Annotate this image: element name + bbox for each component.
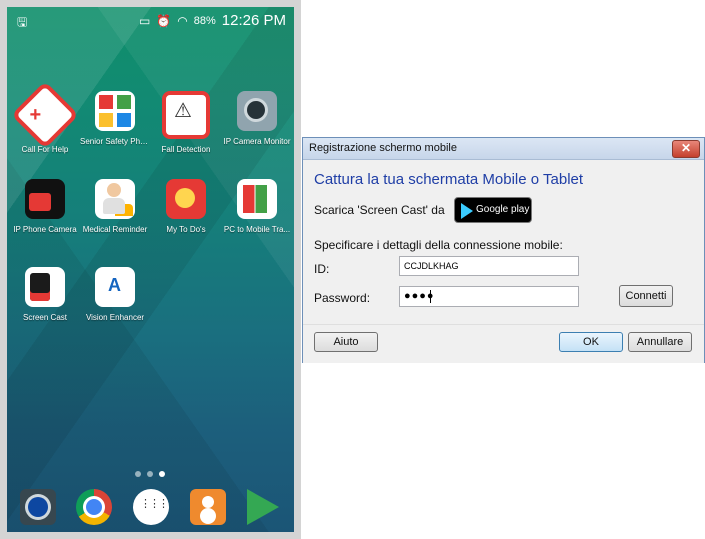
title-bar: Registrazione schermo mobile ✕ (303, 138, 704, 160)
page-indicator (135, 471, 165, 477)
ok-button[interactable]: OK (559, 332, 623, 352)
phone-frame: 🖫 ▭ ⏰ ◠ 88% 12:26 PM Call For Help Senio… (0, 0, 301, 539)
app-ip-camera-monitor[interactable]: IP Camera Monitor (222, 91, 292, 146)
app-drawer-icon[interactable] (133, 489, 169, 525)
app-label: Fall Detection (161, 145, 211, 154)
clock: 12:26 PM (221, 12, 286, 29)
app-label: Medical Reminder (82, 225, 148, 234)
notification-icon: 🖫 (17, 15, 28, 29)
chrome-icon[interactable] (76, 489, 112, 525)
app-my-to-dos[interactable]: My To Do's (151, 179, 221, 234)
app-label: My To Do's (166, 225, 206, 234)
webcam-icon (237, 91, 277, 131)
help-button[interactable]: Aiuto (314, 332, 378, 352)
window-title: Registrazione schermo mobile (309, 142, 457, 154)
cancel-button[interactable]: Annullare (628, 332, 692, 352)
contacts-icon[interactable] (190, 489, 226, 525)
app-label: PC to Mobile Tra... (223, 225, 291, 234)
phone-screen: 🖫 ▭ ⏰ ◠ 88% 12:26 PM Call For Help Senio… (7, 7, 294, 532)
app-medical-reminder[interactable]: Medical Reminder (80, 179, 150, 234)
map-pin-icon (11, 81, 79, 149)
windows-icon (237, 179, 277, 219)
app-label: Senior Safety Pho... (80, 137, 150, 146)
clock-face-icon (166, 179, 206, 219)
app-label: Screen Cast (22, 313, 68, 322)
book-letter-icon (95, 267, 135, 307)
app-call-for-help[interactable]: Call For Help (10, 81, 80, 154)
alarm-icon: ⏰ (156, 13, 172, 28)
app-label: Vision Enhancer (85, 313, 145, 322)
status-bar: 🖫 ▭ ⏰ ◠ 88% 12:26 PM (7, 7, 294, 35)
app-label: IP Camera Monitor (223, 137, 291, 146)
close-button[interactable]: ✕ (672, 140, 700, 158)
app-senior-safety[interactable]: Senior Safety Pho... (80, 91, 150, 146)
play-triangle-icon (461, 203, 473, 219)
mobile-screen-recording-dialog: Registrazione schermo mobile ✕ Cattura l… (302, 137, 705, 363)
page-dot-active (159, 471, 165, 477)
app-label: IP Phone Camera (13, 225, 77, 234)
app-label: Call For Help (21, 145, 69, 154)
password-input[interactable] (399, 286, 579, 307)
play-store-icon[interactable] (247, 489, 279, 525)
id-input[interactable] (399, 256, 579, 276)
page-dot (135, 471, 141, 477)
download-label: Scarica 'Screen Cast' da (314, 203, 445, 217)
connection-details-label: Specificare i dettagli della connessione… (314, 238, 563, 252)
grid-tiles-icon (95, 91, 135, 131)
app-fall-detection[interactable]: Fall Detection (151, 91, 221, 154)
google-play-text: Google play (476, 204, 530, 215)
app-screen-cast[interactable]: Screen Cast (10, 267, 80, 322)
battery-level: 88% (193, 14, 216, 27)
fall-warning-icon (162, 91, 210, 139)
status-icons: ▭ ⏰ ◠ 88% 12:26 PM (139, 12, 286, 29)
id-label: ID: (314, 262, 330, 276)
wifi-icon: ◠ (177, 13, 188, 28)
app-ip-phone-camera[interactable]: IP Phone Camera (10, 179, 80, 234)
dock (7, 485, 294, 532)
connect-button[interactable]: Connetti (619, 285, 673, 307)
google-play-badge[interactable]: Google play (454, 197, 532, 223)
dialog-heading: Cattura la tua schermata Mobile o Tablet (314, 171, 584, 188)
phone-camera-icon (25, 179, 65, 219)
app-pc-to-mobile[interactable]: PC to Mobile Tra... (222, 179, 292, 234)
password-label: Password: (314, 291, 371, 305)
app-vision-enhancer[interactable]: Vision Enhancer (80, 267, 150, 322)
text-caret (430, 290, 431, 303)
camera-icon[interactable] (20, 489, 56, 525)
page-dot (147, 471, 153, 477)
screen-cast-icon (25, 267, 65, 307)
doctor-icon (95, 179, 135, 219)
cast-icon: ▭ (138, 13, 151, 28)
